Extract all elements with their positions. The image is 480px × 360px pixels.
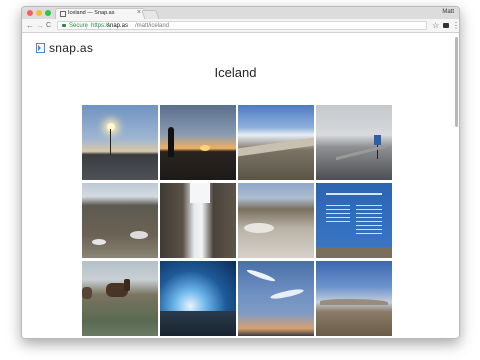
profile-name[interactable]: Matt [442,9,454,15]
browser-menu-icon[interactable]: ⋮ [452,19,459,32]
scrollbar-thumb[interactable] [455,37,458,127]
url-path: /matt/iceland [135,23,170,29]
page-content: snap.as Iceland [22,33,459,338]
address-bar[interactable]: Secure https:// snap.as /matt/iceland [57,21,427,30]
site-logo[interactable]: snap.as [36,41,93,55]
photo-sunset-road[interactable] [82,105,158,180]
snap-logo-icon [36,43,45,53]
bookmark-star-icon[interactable]: ☆ [432,19,439,32]
close-tab-icon[interactable]: × [137,9,141,16]
photo-rocky-snow[interactable] [82,183,158,258]
photo-info-sign[interactable] [316,183,392,258]
tab-title: Iceland — Snap.as [68,10,115,16]
extension-icon[interactable] [443,23,449,28]
photo-ice-cave[interactable] [160,261,236,336]
lock-icon [62,24,66,27]
page-scrollbar[interactable] [455,37,458,327]
title-bar: Iceland — Snap.as × Matt [22,7,459,20]
url-host: snap.as [107,23,129,29]
page-title: Iceland [214,65,257,80]
browser-tab[interactable]: Iceland — Snap.as × [55,8,145,19]
photo-snowy-hills[interactable] [238,105,314,180]
photo-rift-canyon[interactable] [160,183,236,258]
favicon-icon [60,11,66,17]
close-window-button[interactable] [27,10,33,16]
address-separator [86,23,87,29]
photo-road-sign[interactable] [316,105,392,180]
photo-mountains-dusk[interactable] [316,261,392,336]
back-icon[interactable]: ← [26,19,34,32]
photo-horses[interactable] [82,261,158,336]
photo-snowy-ground[interactable] [238,183,314,258]
photo-cloudy-sky[interactable] [238,261,314,336]
browser-window: Iceland — Snap.as × Matt ← → C Secure ht… [21,6,460,339]
photo-silhouette-sunset[interactable] [160,105,236,180]
reload-icon[interactable]: C [46,19,51,32]
logo-text: snap.as [49,41,94,55]
forward-icon[interactable]: → [36,19,44,32]
minimize-window-button[interactable] [36,10,42,16]
maximize-window-button[interactable] [45,10,51,16]
browser-toolbar: ← → C Secure https:// snap.as /matt/icel… [22,19,459,33]
